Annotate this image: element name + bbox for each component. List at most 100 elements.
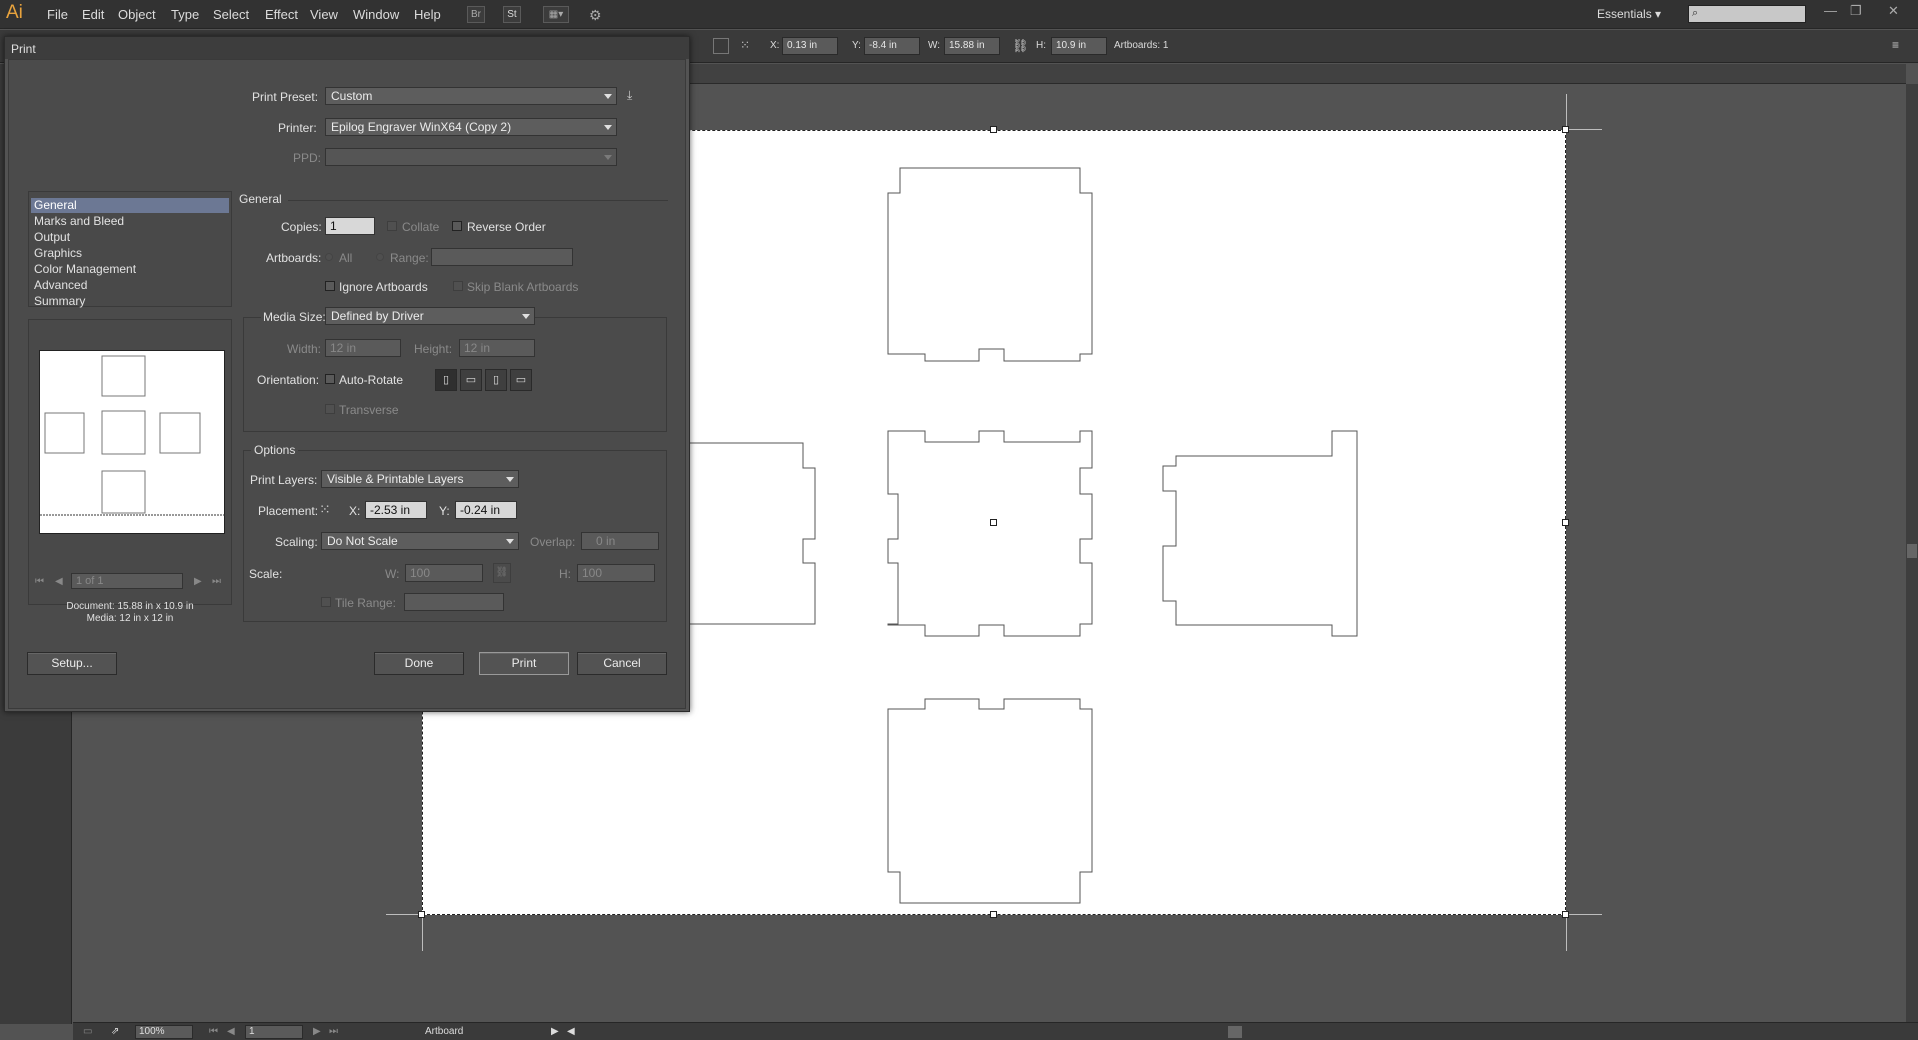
status-artboard-label[interactable]: Artboard — [425, 1026, 463, 1037]
menu-edit[interactable]: Edit — [82, 7, 104, 22]
transverse-checkbox[interactable] — [325, 404, 335, 414]
selection-handle[interactable] — [418, 911, 425, 918]
width-field[interactable]: 12 in — [325, 339, 401, 357]
menu-select[interactable]: Select — [213, 7, 249, 22]
horizontal-scroll-thumb[interactable] — [1228, 1026, 1242, 1038]
scaling-label: Scaling: — [275, 535, 318, 549]
y-field[interactable]: -8.4 in — [864, 37, 920, 55]
menu-type[interactable]: Type — [171, 7, 199, 22]
cancel-button[interactable]: Cancel — [577, 652, 667, 675]
restore-button[interactable]: ❐ — [1850, 3, 1862, 19]
status-menu-icon[interactable]: ▶ — [551, 1026, 559, 1037]
category-output[interactable]: Output — [31, 230, 229, 245]
print-preset-dropdown[interactable]: Custom — [325, 87, 617, 105]
selection-handle[interactable] — [990, 911, 997, 918]
auto-rotate-checkbox[interactable] — [325, 374, 335, 384]
dialog-titlebar[interactable]: Print — [5, 37, 689, 59]
vertical-scrollbar[interactable] — [1906, 84, 1918, 1022]
tile-range-field[interactable] — [404, 593, 504, 611]
placement-y-field[interactable]: -0.24 in — [455, 501, 517, 519]
ppd-dropdown[interactable] — [325, 148, 617, 166]
media-size-dropdown[interactable]: Defined by Driver — [325, 307, 535, 325]
next-artboard-icon[interactable]: ▶ — [313, 1026, 321, 1037]
w-field[interactable]: 15.88 in — [944, 37, 1000, 55]
zoom-field[interactable]: 100% — [135, 1025, 193, 1039]
category-advanced[interactable]: Advanced — [31, 278, 229, 293]
menu-window[interactable]: Window — [353, 7, 399, 22]
h-field[interactable]: 10.9 in — [1051, 37, 1107, 55]
artboard-nav-icon[interactable]: ▭ — [83, 1026, 92, 1037]
tile-range-checkbox[interactable] — [321, 597, 331, 607]
orientation-landscape-flipped-icon[interactable]: ▭ — [510, 369, 532, 391]
next-page-icon[interactable]: ▶ — [194, 576, 202, 587]
printer-dropdown[interactable]: Epilog Engraver WinX64 (Copy 2) — [325, 118, 617, 136]
last-page-icon[interactable]: ⏭ — [212, 576, 221, 587]
orientation-portrait-icon[interactable]: ▯ — [435, 369, 457, 391]
scroll-left-icon[interactable]: ◀ — [567, 1026, 575, 1037]
scaling-dropdown[interactable]: Do Not Scale — [321, 532, 519, 550]
category-color-management[interactable]: Color Management — [31, 262, 229, 277]
options-section-title: Options — [251, 443, 299, 457]
menu-help[interactable]: Help — [414, 7, 441, 22]
category-graphics[interactable]: Graphics — [31, 246, 229, 261]
range-radio[interactable] — [376, 253, 384, 261]
menu-view[interactable]: View — [310, 7, 338, 22]
print-button[interactable]: Print — [479, 652, 569, 675]
stock-button[interactable]: St — [503, 6, 521, 23]
minimize-button[interactable]: — — [1824, 3, 1837, 18]
collate-checkbox[interactable] — [387, 221, 397, 231]
prev-artboard-icon[interactable]: ◀ — [227, 1026, 235, 1037]
menu-object[interactable]: Object — [118, 7, 156, 22]
scale-w-field[interactable]: 100 — [405, 564, 483, 582]
category-summary[interactable]: Summary — [31, 294, 229, 309]
workspace-switcher[interactable]: Essentials ▾ — [1597, 7, 1661, 21]
skip-blank-artboards-checkbox[interactable] — [453, 281, 463, 291]
overlap-field[interactable]: 0 in — [581, 532, 659, 550]
constrain-proportions-icon[interactable]: ⛓ — [493, 563, 511, 583]
range-field[interactable] — [431, 248, 573, 266]
selection-center-point[interactable] — [990, 519, 997, 526]
artboard-number-field[interactable]: 1 — [245, 1025, 303, 1039]
reference-point-icon[interactable]: ⁙ — [740, 38, 760, 54]
setup-button[interactable]: Setup... — [27, 652, 117, 675]
category-marks-and-bleed[interactable]: Marks and Bleed — [31, 214, 229, 229]
placement-reference-icon[interactable]: ⁙ — [319, 499, 341, 519]
x-field[interactable]: 0.13 in — [782, 37, 838, 55]
orientation-landscape-icon[interactable]: ▭ — [460, 369, 482, 391]
done-button[interactable]: Done — [374, 652, 464, 675]
selection-handle[interactable] — [990, 126, 997, 133]
selection-handle[interactable] — [1562, 519, 1569, 526]
all-radio[interactable] — [325, 253, 333, 261]
menu-file[interactable]: File — [47, 7, 68, 22]
first-page-icon[interactable]: ⏮ — [35, 576, 44, 587]
page-field[interactable]: 1 of 1 — [71, 573, 183, 589]
selection-handle[interactable] — [1562, 911, 1569, 918]
media-size-info: Media: 12 in x 12 in — [86, 613, 174, 624]
print-layers-dropdown[interactable]: Visible & Printable Layers — [321, 470, 519, 488]
height-field[interactable]: 12 in — [459, 339, 535, 357]
bridge-button[interactable]: Br — [467, 6, 485, 23]
reverse-order-checkbox[interactable] — [452, 221, 462, 231]
orientation-portrait-flipped-icon[interactable]: ▯ — [485, 369, 507, 391]
last-artboard-icon[interactable]: ⏭ — [329, 1026, 338, 1037]
align-icon[interactable] — [713, 38, 729, 54]
scale-h-field[interactable]: 100 — [577, 564, 655, 582]
placement-x-field[interactable]: -2.53 in — [365, 501, 427, 519]
search-input[interactable]: ⌕ — [1688, 5, 1806, 23]
link-icon[interactable]: ⛓ — [1012, 38, 1029, 54]
panel-menu-icon[interactable]: ≡ — [1892, 38, 1899, 52]
category-general[interactable]: General — [31, 198, 229, 213]
selection-handle[interactable] — [1562, 126, 1569, 133]
copies-field[interactable]: 1 — [325, 217, 375, 235]
ignore-artboards-checkbox[interactable] — [325, 281, 335, 291]
close-button[interactable]: ✕ — [1888, 3, 1899, 19]
prev-page-icon[interactable]: ◀ — [55, 576, 63, 587]
gpu-performance-icon[interactable]: ⚙ — [589, 7, 602, 24]
first-artboard-icon[interactable]: ⏮ — [209, 1026, 218, 1037]
scroll-thumb[interactable] — [1907, 544, 1917, 558]
preview-page[interactable] — [39, 350, 226, 534]
share-icon[interactable]: ⇗ — [111, 1026, 119, 1037]
save-preset-icon[interactable]: ⤓ — [627, 88, 645, 104]
arrange-documents-icon[interactable]: ▦▾ — [543, 6, 569, 23]
menu-effect[interactable]: Effect — [265, 7, 298, 22]
